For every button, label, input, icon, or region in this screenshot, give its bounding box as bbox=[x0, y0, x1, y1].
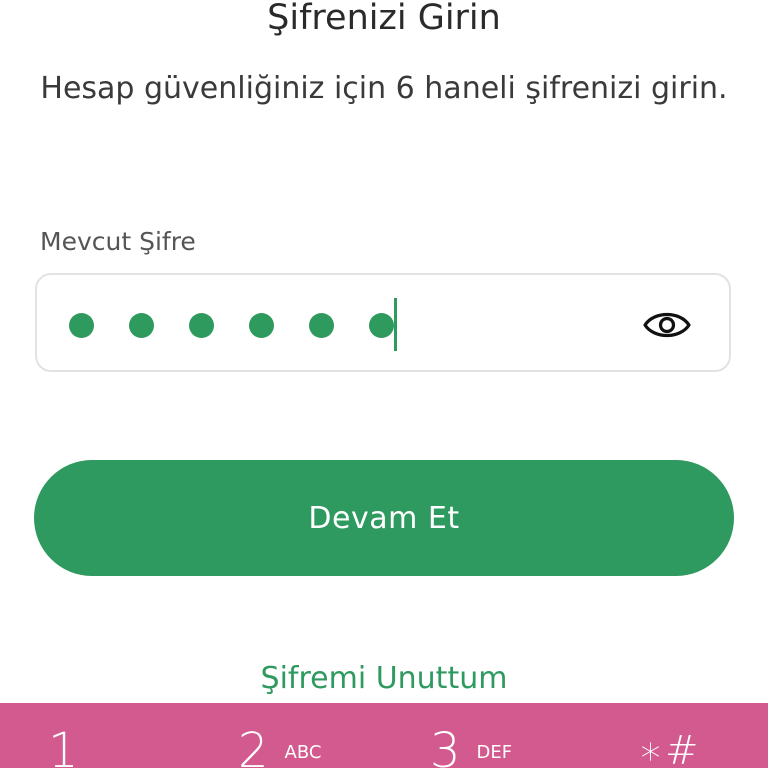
password-dot bbox=[129, 312, 154, 338]
forgot-password-link[interactable]: Şifremi Unuttum bbox=[0, 656, 768, 702]
continue-button[interactable]: Devam Et bbox=[34, 460, 734, 576]
password-dot bbox=[309, 312, 334, 338]
key-number: 3 bbox=[430, 723, 461, 768]
numeric-keypad: 1 2 ABC 3 DEF ∗# bbox=[0, 703, 768, 768]
eye-icon[interactable] bbox=[641, 305, 693, 345]
keypad-key-symbols[interactable]: ∗# bbox=[638, 725, 701, 768]
key-number: 1 bbox=[48, 723, 79, 768]
page-title: Şifrenizi Girin bbox=[267, 0, 501, 38]
password-dot bbox=[249, 312, 274, 338]
password-input[interactable] bbox=[35, 273, 731, 372]
key-letters: ABC bbox=[284, 742, 322, 763]
page-subtitle: Hesap güvenliğiniz için 6 haneli şifreni… bbox=[40, 71, 728, 106]
keypad-key-2[interactable]: 2 ABC bbox=[238, 725, 321, 768]
key-number: 2 bbox=[238, 723, 269, 768]
key-letters: DEF bbox=[476, 742, 513, 763]
password-dots bbox=[69, 312, 394, 338]
keypad-key-1[interactable]: 1 bbox=[48, 725, 79, 768]
password-dot bbox=[69, 312, 94, 338]
password-dot bbox=[369, 312, 394, 338]
key-number: ∗# bbox=[638, 728, 701, 768]
password-dot bbox=[189, 312, 214, 338]
keypad-key-3[interactable]: 3 DEF bbox=[430, 725, 512, 768]
password-field-label: Mevcut Şifre bbox=[40, 227, 196, 256]
text-caret bbox=[394, 298, 397, 351]
